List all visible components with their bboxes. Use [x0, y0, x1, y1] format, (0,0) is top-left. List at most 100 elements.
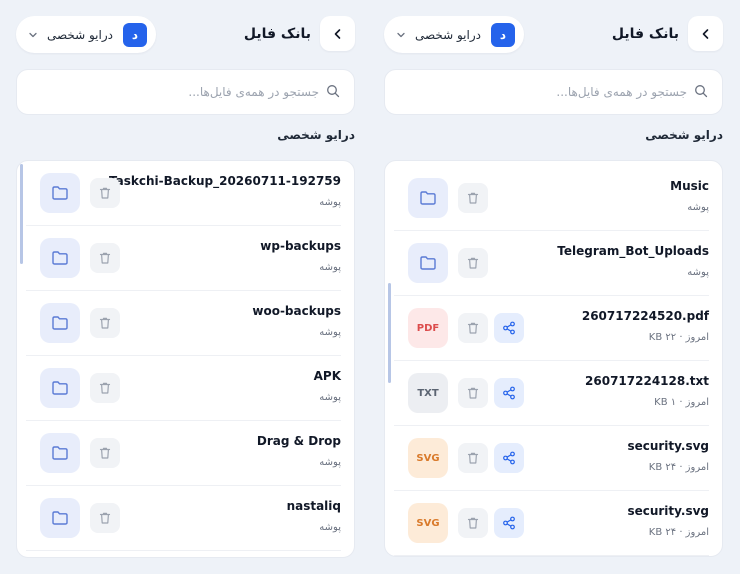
folder-icon[interactable] [408, 243, 448, 283]
share-button[interactable] [494, 313, 524, 343]
trash-icon [99, 187, 111, 199]
delete-button[interactable] [90, 373, 120, 403]
item-name: woo-backups [252, 304, 341, 318]
folder-icon[interactable] [40, 498, 80, 538]
share-button[interactable] [494, 443, 524, 473]
list-item[interactable]: Music پوشه [394, 166, 709, 231]
back-button[interactable] [688, 16, 723, 51]
item-name: nastaliq [286, 499, 341, 513]
chevron-left-icon [334, 28, 340, 39]
chevron-down-icon [28, 30, 38, 40]
panel-header: د درایو شخصی بانک فایل [16, 16, 355, 53]
delete-button[interactable] [90, 178, 120, 208]
delete-button[interactable] [90, 438, 120, 468]
item-meta: پوشه [319, 262, 341, 273]
delete-button[interactable] [90, 503, 120, 533]
folder-icon[interactable] [40, 303, 80, 343]
chevron-down-icon [396, 30, 406, 40]
delete-button[interactable] [458, 183, 488, 213]
pdf-file-icon[interactable]: PDF [408, 308, 448, 348]
delete-button[interactable] [90, 308, 120, 338]
trash-icon [467, 387, 479, 399]
search-input[interactable] [437, 85, 687, 99]
item-name: Telegram_Bot_Uploads [557, 244, 709, 258]
trash-icon [467, 322, 479, 334]
search-input[interactable] [69, 85, 319, 99]
folder-icon[interactable] [40, 173, 80, 213]
list-item[interactable]: woo-backups پوشه [26, 291, 341, 356]
list-item[interactable]: wp-backups پوشه [26, 226, 341, 291]
svg-file-icon[interactable]: SVG [408, 438, 448, 478]
share-icon [503, 321, 515, 335]
back-button[interactable] [320, 16, 355, 51]
item-name: Drag & Drop [256, 434, 341, 448]
folder-icon[interactable] [408, 178, 448, 218]
trash-icon [99, 252, 111, 264]
chevron-left-icon [702, 28, 708, 39]
drive-avatar: د [491, 22, 515, 47]
scrollbar[interactable] [388, 283, 391, 383]
trash-icon [99, 512, 111, 524]
share-icon [503, 516, 515, 530]
folder-icon[interactable] [40, 238, 80, 278]
list-item[interactable]: security.svg امروز · ۲۴ KB SVG [394, 426, 709, 491]
item-meta: پوشه [319, 197, 341, 208]
item-meta: امروز · ۲۲ KB [648, 332, 709, 343]
delete-button[interactable] [458, 313, 488, 343]
item-name: security.svg [627, 439, 709, 453]
item-meta: پوشه [319, 522, 341, 533]
item-meta: پوشه [319, 457, 341, 468]
list-item[interactable]: Taskchi-Backup_20260711-192759 پوشه [26, 161, 341, 226]
item-name: security.svg [627, 504, 709, 518]
search-icon [694, 83, 708, 102]
item-meta: امروز · ۲۴ KB [648, 527, 709, 538]
item-meta: پوشه [319, 327, 341, 338]
drive-select[interactable]: د درایو شخصی [16, 16, 156, 53]
page-title: بانک فایل [611, 26, 679, 42]
share-button[interactable] [494, 508, 524, 538]
folder-icon[interactable] [40, 368, 80, 408]
item-meta: پوشه [687, 267, 709, 278]
file-bank-panel-right: د درایو شخصی بانک فایل درایو شخصی Music … [384, 0, 723, 574]
delete-button[interactable] [458, 508, 488, 538]
delete-button[interactable] [458, 443, 488, 473]
share-button[interactable] [494, 378, 524, 408]
search-bar [16, 69, 355, 115]
item-meta: پوشه [319, 392, 341, 403]
trash-icon [99, 382, 111, 394]
drive-avatar: د [123, 22, 147, 47]
trash-icon [467, 192, 479, 204]
item-meta: پوشه [687, 202, 709, 213]
drive-select[interactable]: د درایو شخصی [384, 16, 524, 53]
list-item[interactable]: Telegram_Bot_Uploads پوشه [394, 231, 709, 296]
delete-button[interactable] [458, 378, 488, 408]
trash-icon [467, 452, 479, 464]
search-icon [326, 83, 340, 102]
txt-file-icon[interactable]: TXT [408, 373, 448, 413]
drive-select-label: درایو شخصی [46, 27, 113, 42]
share-icon [503, 451, 515, 465]
trash-icon [99, 317, 111, 329]
item-meta: امروز · ۱ KB [654, 397, 709, 408]
search-bar [384, 69, 723, 115]
item-name: 260717224128.txt [585, 374, 709, 388]
delete-button[interactable] [90, 243, 120, 273]
list-item[interactable]: nastaliq پوشه [26, 486, 341, 551]
item-name: wp-backups [260, 239, 341, 253]
section-title: درایو شخصی [645, 128, 723, 142]
folder-icon[interactable] [40, 433, 80, 473]
list-item[interactable]: Drag & Drop پوشه [26, 421, 341, 486]
list-item[interactable]: security.svg امروز · ۲۴ KB SVG [394, 491, 709, 556]
share-icon [503, 386, 515, 400]
svg-file-icon[interactable]: SVG [408, 503, 448, 543]
page-title: بانک فایل [243, 26, 311, 42]
list-item[interactable]: 260717224520.pdf امروز · ۲۲ KB PDF [394, 296, 709, 361]
item-name: Taskchi-Backup_20260711-192759 [109, 174, 341, 188]
trash-icon [467, 517, 479, 529]
section-title: درایو شخصی [277, 128, 355, 142]
delete-button[interactable] [458, 248, 488, 278]
list-item[interactable]: APK پوشه [26, 356, 341, 421]
panel-header: د درایو شخصی بانک فایل [384, 16, 723, 53]
list-item[interactable]: 260717224128.txt امروز · ۱ KB TXT [394, 361, 709, 426]
scrollbar[interactable] [20, 164, 23, 264]
